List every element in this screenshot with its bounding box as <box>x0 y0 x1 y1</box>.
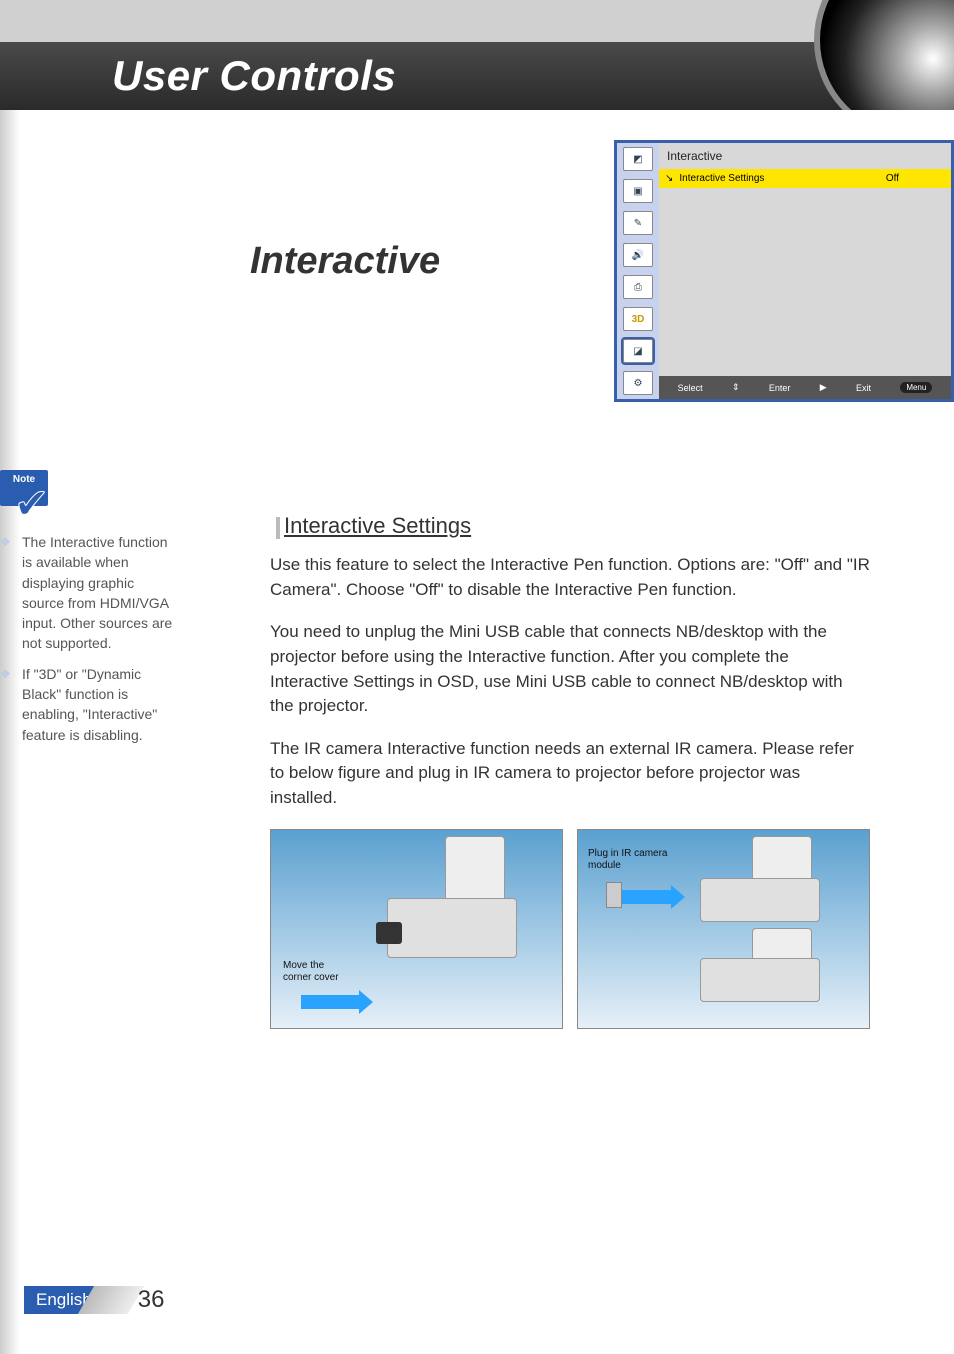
body-column: Interactive Settings Use this feature to… <box>270 513 870 1029</box>
osd-main: Interactive ↘ Interactive Settings Off S… <box>659 143 951 399</box>
osd-footer-menu: Menu <box>900 382 932 393</box>
osd-row-icon: ↘ <box>665 173 673 184</box>
content-area: Interactive ◩ ▣ ✎ 🔊 ⎙ 3D ◪ ⚙ Interactive… <box>0 140 954 1029</box>
updown-icon: ⇕ <box>732 382 740 393</box>
lens-corner-graphic <box>814 0 954 110</box>
osd-sidebar: ◩ ▣ ✎ 🔊 ⎙ 3D ◪ ⚙ <box>617 143 659 399</box>
note-check-icon: ✔ <box>14 474 49 535</box>
osd-footer-enter: Enter <box>769 383 791 393</box>
projector-body <box>387 898 517 958</box>
osd-body-empty <box>659 188 951 376</box>
projector-body <box>700 958 820 1002</box>
osd-icon-settings: ✎ <box>623 211 653 235</box>
projector-mount <box>445 836 505 906</box>
osd-icon-interactive: ◪ <box>623 339 653 363</box>
osd-icon-options: ⎙ <box>623 275 653 299</box>
osd-icon-volume: 🔊 <box>623 243 653 267</box>
note-item: The Interactive function is available wh… <box>0 532 175 654</box>
projector-body <box>700 878 820 922</box>
projector-lens <box>376 922 402 944</box>
osd-icon-screen: ▣ <box>623 179 653 203</box>
osd-icon-picture: ◩ <box>623 147 653 171</box>
right-icon: ▶ <box>820 382 827 393</box>
osd-footer: Select ⇕ Enter ▶ Exit Menu <box>659 376 951 399</box>
osd-category-label: Interactive <box>659 143 951 169</box>
language-tab: English <box>24 1286 110 1314</box>
osd-row-value: Off <box>886 173 899 184</box>
osd-footer-exit: Exit <box>856 383 871 393</box>
osd-selected-row: ↘ Interactive Settings Off <box>659 169 951 188</box>
note-list: The Interactive function is available wh… <box>0 532 175 745</box>
figure-left-caption: Move the corner cover <box>283 960 353 984</box>
paragraph: The IR camera Interactive function needs… <box>270 737 870 811</box>
osd-icon-network: ⚙ <box>623 371 653 395</box>
osd-footer-select: Select <box>678 383 703 393</box>
paragraph: Use this feature to select the Interacti… <box>270 553 870 602</box>
osd-row-label: Interactive Settings <box>679 173 879 184</box>
page-footer: English 36 <box>24 1286 164 1314</box>
note-item: If "3D" or "Dynamic Black" function is e… <box>0 664 175 745</box>
sub-heading: Interactive Settings <box>270 513 870 539</box>
note-badge: Note ✔ <box>0 470 64 518</box>
arrow-icon <box>618 890 673 904</box>
figure-row: Move the corner cover Plug in IR camera … <box>270 829 870 1029</box>
figure-right: Plug in IR camera module <box>577 829 870 1029</box>
paragraph: You need to unplug the Mini USB cable th… <box>270 620 870 719</box>
page-header: User Controls <box>0 0 954 110</box>
page-title: User Controls <box>112 42 396 110</box>
figure-right-caption: Plug in IR camera module <box>588 848 678 872</box>
figure-left: Move the corner cover <box>270 829 563 1029</box>
osd-screenshot: ◩ ▣ ✎ 🔊 ⎙ 3D ◪ ⚙ Interactive ↘ Interacti… <box>614 140 954 402</box>
note-block: Note ✔ The Interactive function is avail… <box>0 470 175 755</box>
projector-mount <box>752 836 812 884</box>
osd-icon-3d: 3D <box>623 307 653 331</box>
arrow-icon <box>301 995 361 1009</box>
ir-camera-module <box>606 882 622 908</box>
page-number: 36 <box>138 1286 165 1314</box>
